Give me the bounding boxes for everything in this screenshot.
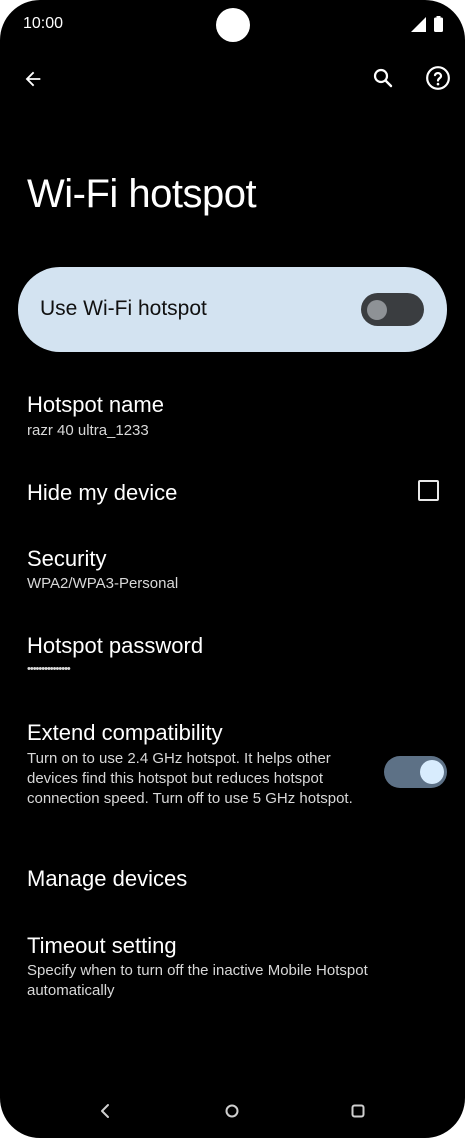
use-hotspot-switch[interactable]: [361, 293, 424, 326]
cell-signal-icon: [411, 16, 426, 32]
hide-device-title: Hide my device: [27, 480, 178, 505]
arrow-back-icon: [25, 71, 41, 87]
battery-icon: [434, 16, 443, 32]
manage-devices-row[interactable]: Manage devices: [0, 854, 465, 904]
status-time: 10:00: [23, 15, 64, 32]
hide-device-row[interactable]: Hide my device: [0, 468, 465, 516]
help-button[interactable]: [423, 63, 453, 93]
hotspot-password-value: •••••••••••••••: [27, 663, 71, 675]
search-icon: [373, 68, 393, 88]
help-circle-icon: [426, 66, 450, 90]
switch-thumb: [367, 300, 387, 320]
security-row[interactable]: Security WPA2/WPA3-Personal: [0, 534, 465, 604]
nav-recents-icon[interactable]: [351, 1104, 365, 1118]
hotspot-password-row[interactable]: Hotspot password •••••••••••••••: [0, 621, 465, 691]
status-icons: [411, 16, 443, 32]
extend-compatibility-description: Turn on to use 2.4 GHz hotspot. It helps…: [27, 750, 353, 807]
hide-device-checkbox[interactable]: [418, 480, 439, 501]
back-button[interactable]: [18, 64, 48, 94]
manage-devices-title: Manage devices: [27, 866, 188, 891]
hotspot-name-title: Hotspot name: [27, 392, 164, 417]
status-bar: 10:00: [0, 0, 465, 50]
nav-back-icon[interactable]: [97, 1103, 113, 1119]
security-value: WPA2/WPA3-Personal: [27, 575, 179, 592]
page-title: Wi-Fi hotspot: [27, 172, 257, 216]
use-hotspot-toggle-card[interactable]: Use Wi-Fi hotspot: [18, 267, 447, 352]
security-title: Security: [27, 546, 107, 571]
extend-compatibility-title: Extend compatibility: [27, 720, 223, 745]
hotspot-name-value: razr 40 ultra_1233: [27, 422, 149, 439]
navigation-bar: [0, 1090, 465, 1130]
switch-thumb: [420, 760, 444, 784]
timeout-setting-row[interactable]: Timeout setting Specify when to turn off…: [0, 921, 465, 1011]
timeout-setting-title: Timeout setting: [27, 933, 177, 958]
phone-screen: 10:00 Wi-Fi hotspot Use Wi-Fi hotspot Ho…: [0, 0, 465, 1138]
hotspot-name-row[interactable]: Hotspot name razr 40 ultra_1233: [0, 380, 465, 450]
use-hotspot-label: Use Wi-Fi hotspot: [40, 297, 207, 320]
hotspot-password-title: Hotspot password: [27, 633, 204, 658]
extend-compatibility-switch[interactable]: [384, 756, 447, 788]
search-button[interactable]: [368, 63, 398, 93]
timeout-setting-description: Specify when to turn off the inactive Mo…: [27, 962, 368, 999]
nav-home-icon[interactable]: [225, 1104, 239, 1118]
camera-cutout: [216, 8, 250, 42]
